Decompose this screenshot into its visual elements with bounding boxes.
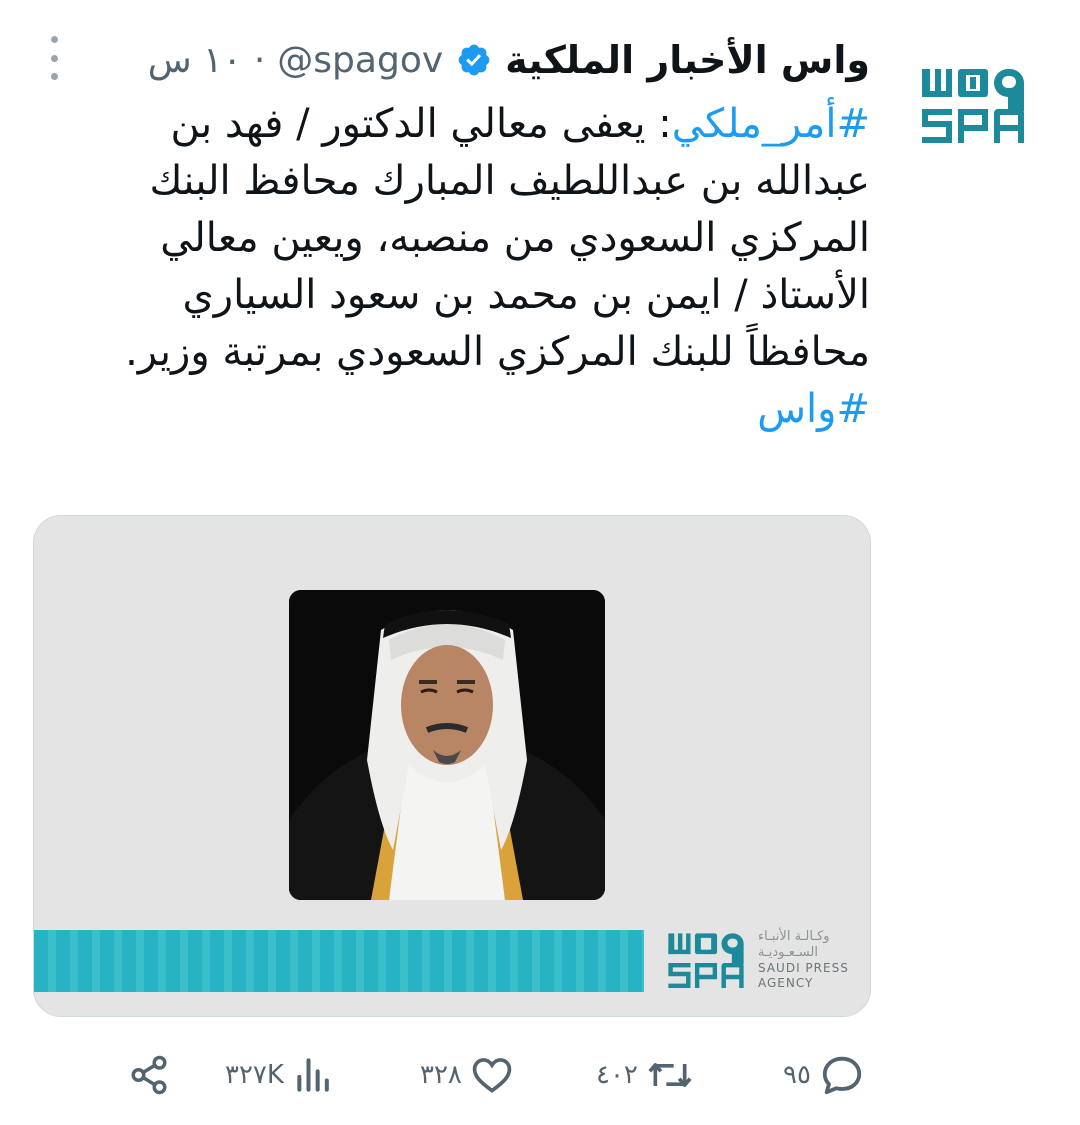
agency-name-ar-line2: السـعـوديـة — [758, 945, 818, 960]
views-button[interactable]: ٣٢٧K — [225, 1040, 336, 1110]
tweet-actions: ٣٢٧K ٣٢٨ ٤٠٢ ٩٥ — [0, 1040, 1080, 1110]
display-name[interactable]: واس الأخبار الملكية — [505, 38, 870, 82]
verified-badge-icon — [455, 41, 493, 79]
more-options-icon[interactable] — [44, 36, 64, 80]
like-button[interactable]: ٣٢٨ — [420, 1040, 514, 1110]
share-icon — [131, 1055, 167, 1095]
hashtag-spa[interactable]: #واس — [757, 386, 870, 432]
tweet-line-5: محافظاً للبنك المركزي السعودي بمرتبة وزي… — [125, 329, 870, 375]
agency-name-ar-line1: وكـالـة الأنبـاء — [758, 929, 830, 944]
tweet-line-text: : يعفى معالي الدكتور / فهد بن — [170, 101, 672, 147]
tweet-time[interactable]: ١٠ س — [148, 40, 242, 81]
replies-count: ٩٥ — [783, 1060, 811, 1090]
tweet-header: واس الأخبار الملكية @spagov · ١٠ س — [148, 28, 870, 92]
views-icon — [297, 1058, 329, 1092]
tweet-line-1: #أمر_ملكي: يعفى معالي الدكتور / فهد بن — [70, 96, 870, 153]
hashtag-royal-order[interactable]: #أمر_ملكي — [672, 101, 870, 147]
spa-banner-logo-icon — [668, 933, 744, 989]
views-count: ٣٢٧K — [225, 1060, 284, 1090]
share-button[interactable] — [128, 1040, 170, 1110]
reply-button[interactable]: ٩٥ — [783, 1040, 865, 1110]
spa-banner-stripe — [34, 930, 644, 992]
avatar[interactable] — [912, 50, 1034, 160]
handle[interactable]: @spagov — [277, 40, 443, 81]
retweet-icon — [648, 1063, 692, 1087]
spa-logo-icon — [922, 69, 1024, 143]
heart-icon — [472, 1058, 512, 1093]
separator-dot: · — [253, 39, 266, 81]
retweets-count: ٤٠٢ — [596, 1060, 638, 1090]
tweet-text: #أمر_ملكي: يعفى معالي الدكتور / فهد بن ع… — [70, 96, 870, 438]
retweet-button[interactable]: ٤٠٢ — [596, 1040, 694, 1110]
tweet-line-2: عبدالله بن عبداللطيف المبارك محافظ البنك — [149, 158, 871, 204]
reply-icon — [822, 1056, 862, 1095]
agency-name-en-line1: SAUDI PRESS — [758, 961, 849, 975]
likes-count: ٣٢٨ — [420, 1060, 462, 1090]
tweet-line-3: المركزي السعودي من منصبه، ويعين معالي — [160, 215, 870, 261]
tweet-line-6: #واس — [70, 381, 870, 438]
agency-name-en-line2: AGENCY — [758, 976, 814, 990]
media-card[interactable]: وكـالـة الأنبـاء السـعـوديـة SAUDI PRESS… — [33, 515, 871, 1017]
royal-portrait-image[interactable] — [289, 590, 605, 900]
tweet: واس الأخبار الملكية @spagov · ١٠ س #أمر_… — [0, 0, 1080, 1125]
tweet-line-4: الأستاذ / ايمن بن محمد بن سعود السياري — [182, 272, 871, 318]
spa-banner-logo: وكـالـة الأنبـاء السـعـوديـة SAUDI PRESS… — [662, 920, 862, 1000]
agency-name: وكـالـة الأنبـاء السـعـوديـة SAUDI PRESS… — [758, 929, 849, 991]
